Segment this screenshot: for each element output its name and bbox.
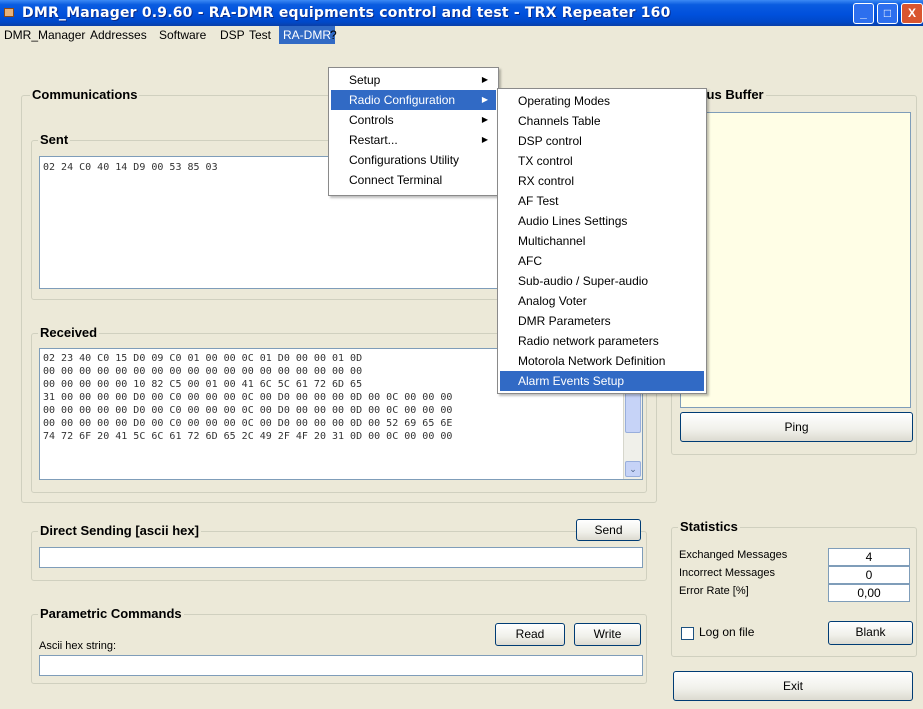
- ping-button[interactable]: Ping: [680, 412, 913, 442]
- direct-sending-title: Direct Sending [ascii hex]: [38, 523, 201, 538]
- menu-test[interactable]: Test: [245, 26, 275, 44]
- incorrect-messages-label: Incorrect Messages: [679, 567, 775, 579]
- menu-item-audio-lines-settings[interactable]: Audio Lines Settings: [500, 211, 704, 231]
- menu-help[interactable]: ?: [326, 26, 341, 44]
- parametric-commands-title: Parametric Commands: [38, 606, 184, 621]
- menu-item-tx-control[interactable]: TX control: [500, 151, 704, 171]
- menu-item-channels-table[interactable]: Channels Table: [500, 111, 704, 131]
- menu-item-label: Controls: [349, 113, 394, 127]
- menu-item-radio-network-parameters[interactable]: Radio network parameters: [500, 331, 704, 351]
- error-rate-value: 0,00: [828, 584, 910, 602]
- exit-button[interactable]: Exit: [673, 671, 913, 701]
- menu-software[interactable]: Software: [155, 26, 210, 44]
- close-icon: X: [907, 6, 916, 20]
- menu-addresses[interactable]: Addresses: [86, 26, 151, 44]
- minimize-icon: _: [860, 6, 867, 20]
- sent-title: Sent: [38, 132, 71, 147]
- menu-bar: DMR_Manager Addresses Software DSP Test …: [0, 26, 923, 44]
- error-rate-label: Error Rate [%]: [679, 585, 749, 597]
- menu-item-connect-terminal[interactable]: Connect Terminal: [331, 170, 496, 190]
- menu-item-restart[interactable]: Restart... ▶: [331, 130, 496, 150]
- maximize-button[interactable]: □: [877, 3, 898, 24]
- incorrect-messages-value: 0: [828, 566, 910, 584]
- submenu-arrow-icon: ▶: [481, 95, 488, 104]
- maximize-icon: □: [883, 6, 892, 20]
- menu-item-motorola-network-definition[interactable]: Motorola Network Definition: [500, 351, 704, 371]
- menu-item-afc[interactable]: AFC: [500, 251, 704, 271]
- menu-item-radio-configuration[interactable]: Radio Configuration ▶: [331, 90, 496, 110]
- menu-item-setup[interactable]: Setup ▶: [331, 70, 496, 90]
- submenu-arrow-icon: ▶: [481, 75, 488, 84]
- menu-dsp[interactable]: DSP: [216, 26, 249, 44]
- menu-item-controls[interactable]: Controls ▶: [331, 110, 496, 130]
- exchanged-messages-value: 4: [828, 548, 910, 566]
- ascii-hex-input[interactable]: [39, 655, 643, 676]
- submenu-arrow-icon: ▶: [481, 135, 488, 144]
- statistics-title: Statistics: [678, 519, 740, 534]
- menu-item-dsp-control[interactable]: DSP control: [500, 131, 704, 151]
- ascii-hex-label: Ascii hex string:: [39, 640, 117, 652]
- menu-item-multichannel[interactable]: Multichannel: [500, 231, 704, 251]
- log-on-file-label: Log on file: [699, 625, 755, 639]
- menu-item-operating-modes[interactable]: Operating Modes: [500, 91, 704, 111]
- read-button[interactable]: Read: [495, 623, 565, 646]
- menu-dmr-manager[interactable]: DMR_Manager: [0, 26, 89, 44]
- send-button[interactable]: Send: [576, 519, 641, 541]
- title-bar: DMR_Manager 0.9.60 - RA-DMR equipments c…: [0, 0, 923, 26]
- app-icon: [4, 8, 14, 17]
- menu-item-label: Setup: [349, 73, 381, 87]
- submenu-arrow-icon: ▶: [481, 115, 488, 124]
- received-line: 00 00 00 00 00 00 00 00 00 00 00 00 00 0…: [43, 366, 363, 377]
- menu-item-analog-voter[interactable]: Analog Voter: [500, 291, 704, 311]
- scroll-down-button[interactable]: ⌄: [625, 461, 641, 477]
- received-line: 31 00 00 00 00 D0 00 C0 00 00 00 0C 00 D…: [43, 392, 453, 403]
- chevron-down-icon: ⌄: [629, 464, 637, 474]
- direct-sending-input[interactable]: [39, 547, 643, 568]
- minimize-button[interactable]: _: [853, 3, 874, 24]
- menu-item-rx-control[interactable]: RX control: [500, 171, 704, 191]
- received-line: 00 00 00 00 00 10 82 C5 00 01 00 41 6C 5…: [43, 379, 363, 390]
- menu-item-label: Restart...: [349, 133, 398, 147]
- menu-item-af-test[interactable]: AF Test: [500, 191, 704, 211]
- sent-text: 02 24 C0 40 14 D9 00 53 85 03: [43, 162, 218, 173]
- menu-item-alarm-events-setup[interactable]: Alarm Events Setup: [500, 371, 704, 391]
- status-buffer-area[interactable]: [680, 112, 911, 408]
- menu-item-configurations-utility[interactable]: Configurations Utility: [331, 150, 496, 170]
- received-line: 00 00 00 00 00 D0 00 C0 00 00 00 0C 00 D…: [43, 405, 453, 416]
- received-line: 00 00 00 00 00 D0 00 C0 00 00 00 0C 00 D…: [43, 418, 453, 429]
- menu-item-sub-audio[interactable]: Sub-audio / Super-audio: [500, 271, 704, 291]
- radio-configuration-submenu: Operating Modes Channels Table DSP contr…: [497, 88, 707, 394]
- write-button[interactable]: Write: [574, 623, 641, 646]
- received-title: Received: [38, 325, 100, 340]
- received-line: 74 72 6F 20 41 5C 6C 61 72 6D 65 2C 49 2…: [43, 431, 453, 442]
- menu-item-dmr-parameters[interactable]: DMR Parameters: [500, 311, 704, 331]
- communications-title: Communications: [30, 87, 140, 102]
- ra-dmr-menu: Setup ▶ Radio Configuration ▶ Controls ▶ Re…: [328, 67, 499, 196]
- menu-item-label: Radio Configuration: [349, 93, 456, 107]
- close-button[interactable]: X: [901, 3, 923, 24]
- window-title: DMR_Manager 0.9.60 - RA-DMR equipments c…: [22, 5, 671, 21]
- log-on-file-checkbox[interactable]: [681, 627, 694, 640]
- exchanged-messages-label: Exchanged Messages: [679, 549, 788, 561]
- received-line: 02 23 40 C0 15 D0 09 C0 01 00 00 0C 01 D…: [43, 353, 363, 364]
- blank-button[interactable]: Blank: [828, 621, 913, 645]
